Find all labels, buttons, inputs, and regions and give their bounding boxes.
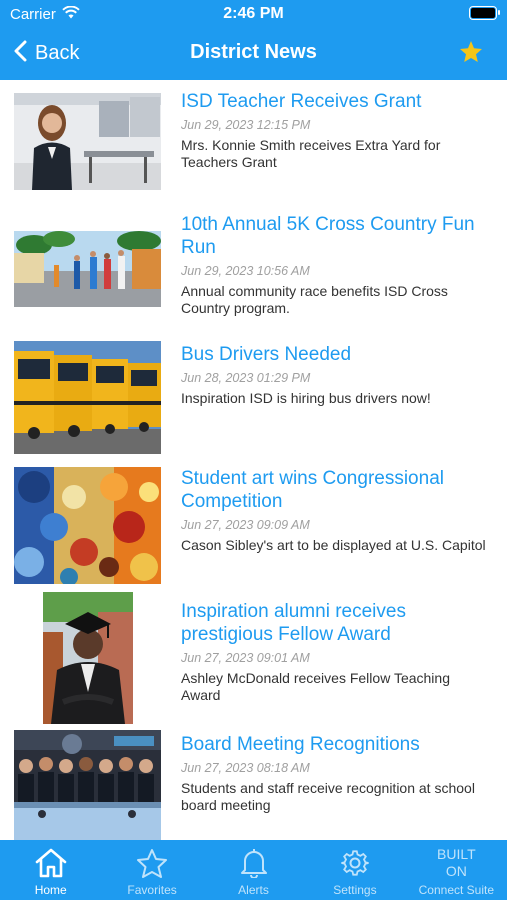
article-title: Inspiration alumni receives prestigious …	[181, 601, 406, 645]
favorite-star-button[interactable]	[459, 40, 483, 68]
star-icon	[136, 848, 168, 883]
article-date: Jun 29, 2023 12:15 PM	[181, 118, 311, 132]
tab-settings[interactable]: Settings	[304, 840, 405, 900]
news-item[interactable]: Inspiration alumni receives prestigious …	[0, 592, 507, 730]
article-thumbnail	[14, 93, 161, 190]
tab-connect-suite[interactable]: BUILT ON Connect Suite	[406, 840, 507, 900]
article-thumbnail	[14, 467, 161, 584]
tab-connect-suite-label: Connect Suite	[418, 883, 495, 897]
article-title: Bus Drivers Needed	[181, 344, 352, 365]
article-title: Student art wins Congressional Competiti…	[181, 468, 444, 512]
article-summary: Inspiration ISD is hiring bus drivers no…	[181, 390, 431, 406]
article-summary: Mrs. Konnie Smith receives Extra Yard fo…	[181, 137, 441, 170]
article-date: Jun 29, 2023 10:56 AM	[181, 264, 310, 278]
article-title: ISD Teacher Receives Grant	[181, 91, 422, 112]
clock: 2:46 PM	[223, 5, 284, 22]
back-button[interactable]: Back	[14, 38, 79, 68]
article-date: Jun 27, 2023 08:18 AM	[181, 761, 310, 775]
article-text: ISD Teacher Receives Grant Jun 29, 2023 …	[181, 90, 491, 171]
tab-favorites-label: Favorites	[127, 883, 177, 897]
bell-icon	[240, 848, 268, 883]
tab-home-label: Home	[34, 883, 67, 897]
chevron-left-icon	[14, 40, 27, 67]
built-on-text: BUILT ON	[437, 846, 476, 879]
article-summary: Cason Sibley's art to be displayed at U.…	[181, 537, 486, 553]
article-title: Board Meeting Recognitions	[181, 734, 420, 755]
article-thumbnail	[14, 231, 161, 307]
article-date: Jun 27, 2023 09:09 AM	[181, 518, 310, 532]
news-item[interactable]: Board Meeting Recognitions Jun 27, 2023 …	[0, 730, 507, 840]
tab-home[interactable]: Home	[0, 840, 101, 900]
tab-settings-label: Settings	[333, 883, 377, 897]
status-bar: Carrier 2:46 PM	[0, 0, 507, 28]
article-date: Jun 27, 2023 09:01 AM	[181, 651, 310, 665]
article-summary: Students and staff receive recognition a…	[181, 780, 475, 813]
article-thumbnail	[14, 730, 161, 840]
tab-bar: Home Favorites Alerts Settings BUILT ON …	[0, 840, 507, 900]
article-text: Board Meeting Recognitions Jun 27, 2023 …	[181, 733, 491, 814]
article-text: Bus Drivers Needed Jun 28, 2023 01:29 PM…	[181, 343, 491, 407]
article-text: Inspiration alumni receives prestigious …	[181, 600, 491, 704]
article-summary: Ashley McDonald receives Fellow Teaching…	[181, 670, 450, 703]
app-header: Carrier 2:46 PM Back District News	[0, 0, 507, 80]
battery-icon	[469, 6, 500, 20]
article-date: Jun 28, 2023 01:29 PM	[181, 371, 311, 385]
article-thumbnail	[14, 341, 161, 454]
article-title: 10th Annual 5K Cross Country Fun Run	[181, 214, 475, 258]
home-icon	[34, 848, 68, 883]
article-thumbnail	[43, 592, 133, 724]
news-list[interactable]: ISD Teacher Receives Grant Jun 29, 2023 …	[0, 80, 507, 840]
article-text: Student art wins Congressional Competiti…	[181, 467, 491, 554]
article-summary: Annual community race benefits ISD Cross…	[181, 283, 448, 316]
article-text: 10th Annual 5K Cross Country Fun Run Jun…	[181, 213, 491, 317]
news-item[interactable]: Student art wins Congressional Competiti…	[0, 467, 507, 592]
back-label: Back	[35, 41, 80, 64]
nav-bar: Back District News	[0, 28, 507, 80]
star-icon	[459, 41, 483, 67]
tab-alerts-label: Alerts	[238, 883, 269, 897]
news-item[interactable]: ISD Teacher Receives Grant Jun 29, 2023 …	[0, 90, 507, 200]
tab-favorites[interactable]: Favorites	[101, 840, 202, 900]
news-item[interactable]: 10th Annual 5K Cross Country Fun Run Jun…	[0, 213, 507, 333]
gear-icon	[340, 848, 370, 883]
news-item[interactable]: Bus Drivers Needed Jun 28, 2023 01:29 PM…	[0, 341, 507, 463]
tab-alerts[interactable]: Alerts	[203, 840, 304, 900]
